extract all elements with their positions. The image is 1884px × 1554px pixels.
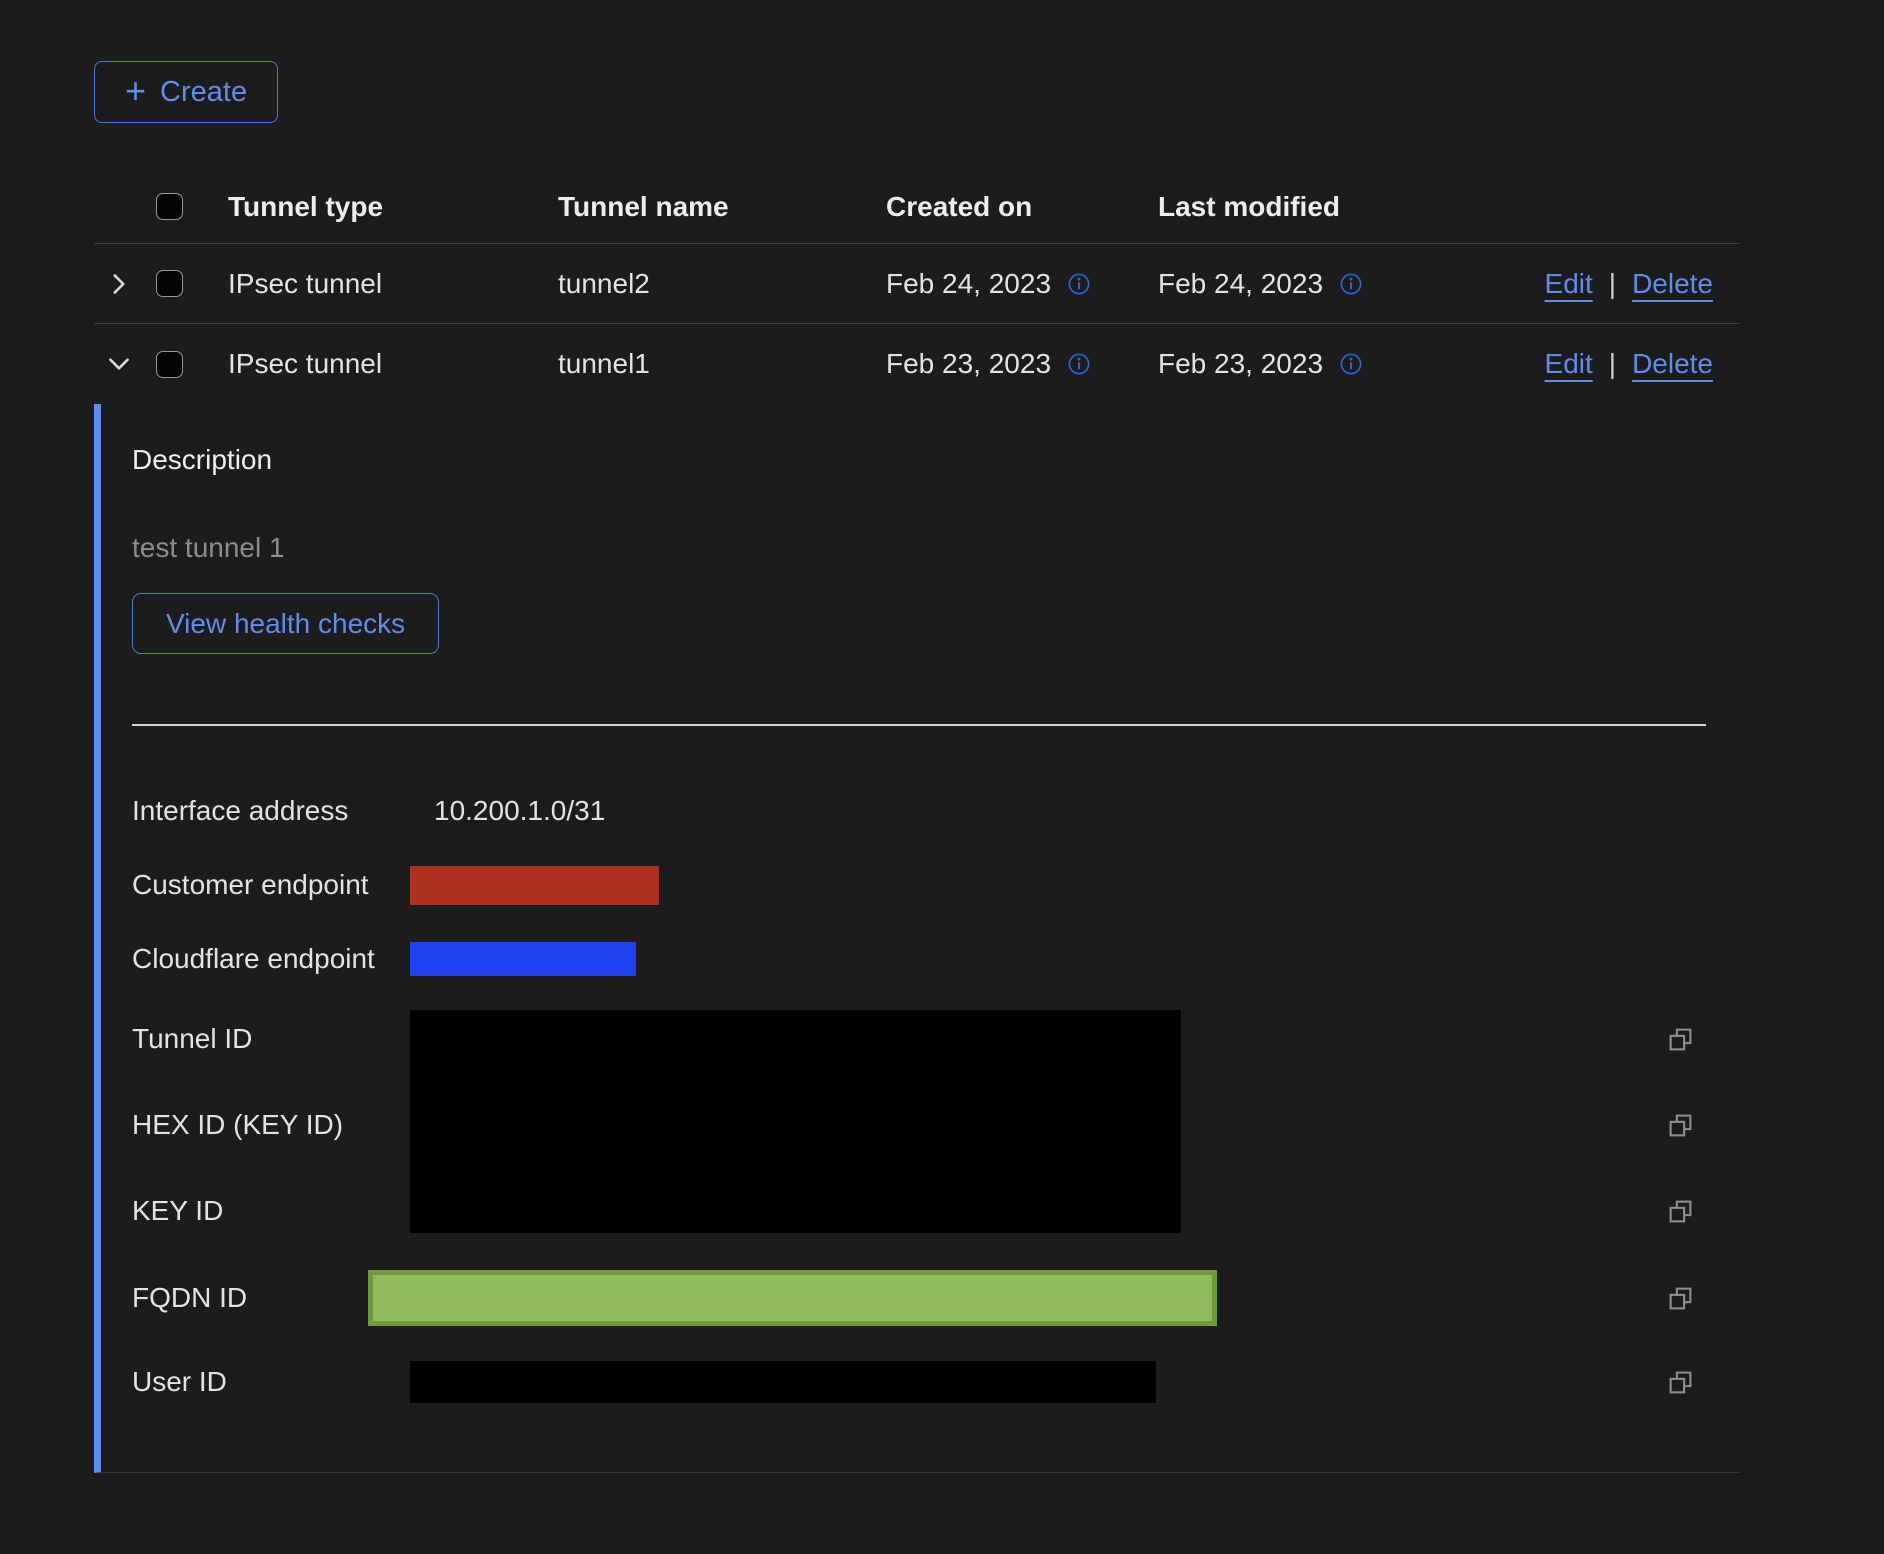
copy-user-id-icon[interactable] (1667, 1369, 1694, 1396)
created-on-cell: Feb 23, 2023 (886, 348, 1158, 380)
created-on-value: Feb 23, 2023 (886, 348, 1051, 380)
expander-cell (94, 349, 156, 379)
ids-redacted-value (410, 1010, 1181, 1233)
copy-key-id-icon[interactable] (1667, 1198, 1694, 1225)
header-tunnel-type: Tunnel type (228, 191, 558, 223)
row-checkbox[interactable] (156, 270, 183, 297)
row-actions-cell: Edit | Delete (1541, 348, 1739, 380)
ids-copy-icons-column (1667, 996, 1739, 1254)
user-id-redacted-value (410, 1361, 1156, 1403)
header-checkbox-cell (156, 193, 228, 220)
checkbox-cell (156, 351, 228, 378)
actions-separator: | (1609, 348, 1616, 380)
edit-link[interactable]: Edit (1545, 268, 1593, 300)
last-modified-cell: Feb 23, 2023 (1158, 348, 1541, 380)
info-icon[interactable] (1067, 352, 1091, 376)
tunnels-table: Tunnel type Tunnel name Created on Last … (94, 170, 1739, 1473)
last-modified-cell: Feb 24, 2023 (1158, 268, 1541, 300)
key-id-label: KEY ID (132, 1168, 410, 1254)
expanded-row-panel: Description test tunnel 1 View health ch… (94, 404, 1739, 1473)
copy-tunnel-id-icon[interactable] (1667, 1026, 1694, 1053)
tunnel-name-cell: tunnel2 (558, 268, 886, 300)
created-on-value: Feb 24, 2023 (886, 268, 1051, 300)
ids-group: Tunnel ID HEX ID (KEY ID) KEY ID (132, 996, 1739, 1254)
info-icon[interactable] (1339, 352, 1363, 376)
interface-address-row: Interface address 10.200.1.0/31 (132, 774, 1739, 848)
select-all-checkbox[interactable] (156, 193, 183, 220)
actions-separator: | (1609, 268, 1616, 300)
header-tunnel-name: Tunnel name (558, 191, 886, 223)
chevron-right-icon[interactable] (104, 269, 134, 299)
checkbox-cell (156, 270, 228, 297)
interface-address-value: 10.200.1.0/31 (410, 795, 605, 827)
tunnel-name-cell: tunnel1 (558, 348, 886, 380)
ipsec-tunnels-page: + Create Tunnel type Tunnel name Created… (0, 0, 1884, 1473)
customer-endpoint-row: Customer endpoint (132, 848, 1739, 922)
info-icon[interactable] (1339, 272, 1363, 296)
fqdn-id-row: FQDN ID (132, 1254, 1739, 1342)
create-button-label: Create (160, 76, 247, 109)
table-row-tunnel1: IPsec tunnel tunnel1 Feb 23, 2023 Feb 23… (94, 324, 1739, 404)
row-actions-cell: Edit | Delete (1541, 268, 1739, 300)
header-last-modified: Last modified (1158, 191, 1541, 223)
customer-endpoint-redacted-value (410, 866, 659, 905)
cloudflare-endpoint-row: Cloudflare endpoint (132, 922, 1739, 996)
interface-address-label: Interface address (132, 795, 410, 827)
plus-icon: + (125, 73, 146, 109)
tunnel-type-cell: IPsec tunnel (228, 268, 558, 300)
view-health-checks-button[interactable]: View health checks (132, 593, 439, 654)
last-modified-value: Feb 24, 2023 (1158, 268, 1323, 300)
expander-cell (94, 269, 156, 299)
description-value: test tunnel 1 (132, 532, 1739, 564)
description-label: Description (132, 444, 1739, 476)
table-row-tunnel2: IPsec tunnel tunnel2 Feb 24, 2023 Feb 24… (94, 244, 1739, 324)
header-created-on: Created on (886, 191, 1158, 223)
section-divider (132, 724, 1706, 726)
row-checkbox[interactable] (156, 351, 183, 378)
last-modified-value: Feb 23, 2023 (1158, 348, 1323, 380)
table-header-row: Tunnel type Tunnel name Created on Last … (94, 170, 1739, 244)
copy-fqdn-id-icon[interactable] (1667, 1285, 1694, 1312)
cloudflare-endpoint-label: Cloudflare endpoint (132, 943, 410, 975)
ids-labels-column: Tunnel ID HEX ID (KEY ID) KEY ID (132, 996, 410, 1254)
info-icon[interactable] (1067, 272, 1091, 296)
delete-link[interactable]: Delete (1632, 268, 1713, 300)
customer-endpoint-label: Customer endpoint (132, 869, 410, 901)
cloudflare-endpoint-redacted-value (410, 942, 636, 976)
created-on-cell: Feb 24, 2023 (886, 268, 1158, 300)
delete-link[interactable]: Delete (1632, 348, 1713, 380)
user-id-row: User ID (132, 1342, 1739, 1422)
fqdn-id-redacted-value (368, 1270, 1217, 1326)
hex-id-label: HEX ID (KEY ID) (132, 1082, 410, 1168)
user-id-label: User ID (132, 1366, 410, 1398)
tunnel-type-cell: IPsec tunnel (228, 348, 558, 380)
chevron-down-icon[interactable] (104, 349, 134, 379)
create-button[interactable]: + Create (94, 61, 278, 123)
edit-link[interactable]: Edit (1545, 348, 1593, 380)
tunnel-id-label: Tunnel ID (132, 996, 410, 1082)
copy-hex-id-icon[interactable] (1667, 1112, 1694, 1139)
